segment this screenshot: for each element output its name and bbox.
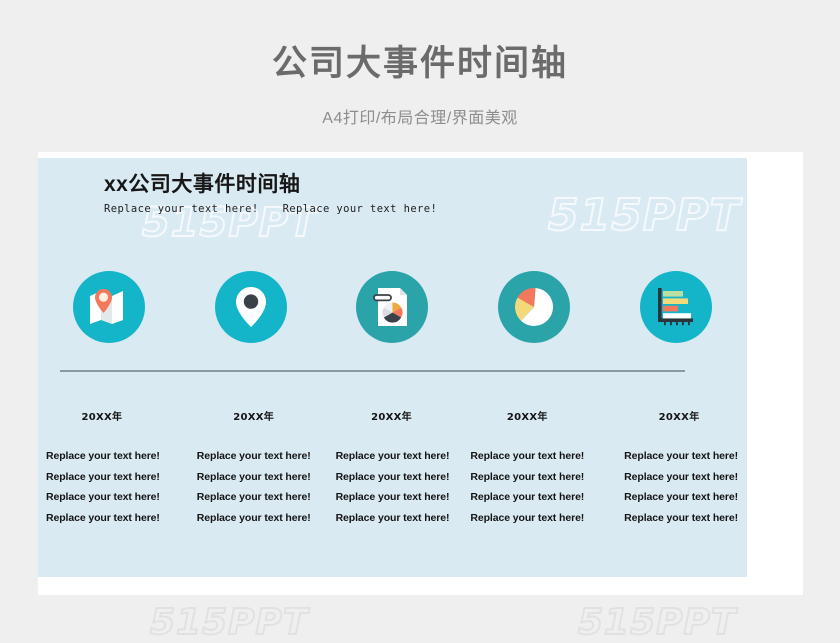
icon-cell-4[interactable] xyxy=(463,271,605,343)
text-column-2: Replace your text here! Replace your tex… xyxy=(183,446,325,528)
year-label-5: 20XX年 xyxy=(658,412,700,423)
slide-title: xx公司大事件时间轴 xyxy=(104,173,301,196)
bar-chart-glyph xyxy=(658,288,694,326)
year-label-2: 20XX年 xyxy=(233,412,275,423)
text-column-1: Replace your text here! Replace your tex… xyxy=(38,446,174,528)
watermark-slide-right: 515PPT xyxy=(547,189,741,242)
text-line: Replace your text here! xyxy=(196,491,311,503)
text-column-3: Replace your text here! Replace your tex… xyxy=(322,446,464,528)
slide-card[interactable]: 515PPT 515PPT xx公司大事件时间轴 Replace your te… xyxy=(38,152,803,595)
icon-cell-2[interactable] xyxy=(180,271,322,343)
text-line: Replace your text here! xyxy=(196,511,311,524)
text-column-4: Replace your text here! Replace your tex… xyxy=(456,446,598,528)
slide-canvas[interactable]: 515PPT 515PPT xx公司大事件时间轴 Replace your te… xyxy=(38,158,747,577)
text-line: Replace your text here! xyxy=(196,450,311,462)
text-line: Replace your text here! xyxy=(335,450,450,462)
bar-chart-icon xyxy=(640,271,713,343)
slide-subtitle-1: Replace your text here! xyxy=(104,203,259,216)
text-line: Replace your text here! xyxy=(470,470,585,483)
text-line: Replace your text here! xyxy=(624,511,738,524)
text-line: Replace your text here! xyxy=(45,450,160,462)
year-label-1: 20XX年 xyxy=(81,412,123,423)
location-pin-icon xyxy=(214,271,287,343)
text-row: Replace your text here! Replace your tex… xyxy=(38,446,747,528)
year-row: 20XX年 20XX年 20XX年 20XX年 20XX年 xyxy=(38,408,747,423)
icon-row xyxy=(38,271,747,343)
icon-cell-5[interactable] xyxy=(605,271,747,343)
page-title: 公司大事件时间轴 xyxy=(271,44,568,83)
location-pin-glyph xyxy=(235,287,266,327)
slide-subtitle-2: Replace your text here! xyxy=(282,203,438,216)
page-header: 公司大事件时间轴 A4打印/布局合理/界面美观 xyxy=(0,0,840,128)
slide-subtitle-group: Replace your text here! Replace your tex… xyxy=(104,203,437,215)
page-subtitle: A4打印/布局合理/界面美观 xyxy=(322,109,518,127)
map-with-pin-icon xyxy=(72,271,145,343)
text-line: Replace your text here! xyxy=(470,511,585,524)
pie-chart-icon xyxy=(498,271,571,343)
text-column-5: Replace your text here! Replace your tex… xyxy=(610,446,747,528)
slide-header: xx公司大事件时间轴 Replace your text here! Repla… xyxy=(104,172,437,215)
text-line: Replace your text here! xyxy=(335,491,450,503)
map-with-pin-glyph xyxy=(89,289,123,324)
text-line: Replace your text here! xyxy=(624,491,738,503)
year-label-3: 20XX年 xyxy=(371,412,412,423)
icon-cell-1[interactable] xyxy=(38,271,180,343)
text-line: Replace your text here! xyxy=(335,511,450,524)
text-line: Replace your text here! xyxy=(470,450,585,462)
text-line: Replace your text here! xyxy=(45,491,160,503)
text-line: Replace your text here! xyxy=(624,450,738,462)
year-label-4: 20XX年 xyxy=(506,412,548,423)
document-pie-chart-glyph xyxy=(373,288,408,326)
text-line: Replace your text here! xyxy=(624,470,738,483)
text-line: Replace your text here! xyxy=(470,491,585,503)
timeline-divider-line xyxy=(60,370,685,372)
document-pie-chart-icon xyxy=(356,271,429,343)
text-line: Replace your text here! xyxy=(45,470,160,483)
text-line: Replace your text here! xyxy=(196,470,311,483)
text-line: Replace your text here! xyxy=(45,511,160,524)
text-line: Replace your text here! xyxy=(335,470,450,483)
pie-chart-glyph xyxy=(515,287,554,326)
icon-cell-3[interactable] xyxy=(322,271,464,343)
